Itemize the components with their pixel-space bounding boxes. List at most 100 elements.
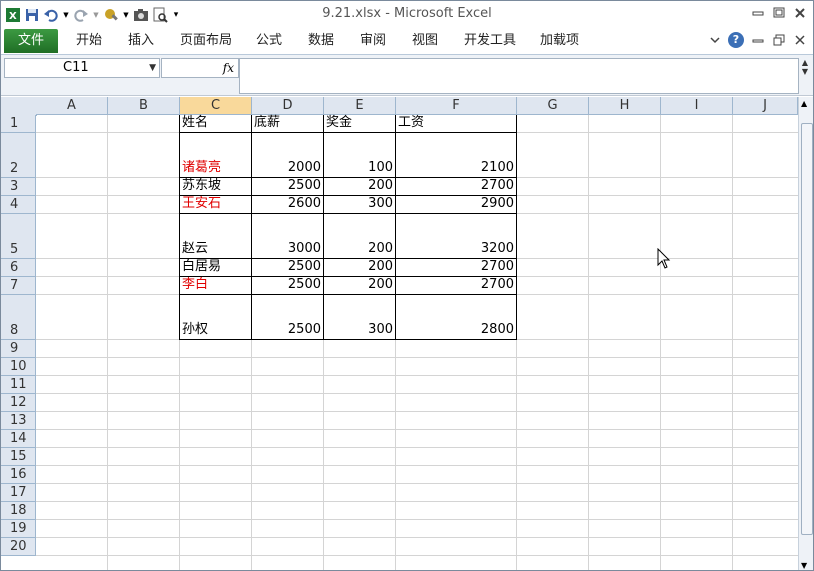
row-header-4[interactable]: 4 (1, 196, 36, 214)
number-cell[interactable]: 2500 (252, 259, 321, 275)
row-header-15[interactable]: 15 (1, 448, 36, 466)
column-header-d[interactable]: D (252, 97, 324, 115)
tab-file[interactable]: 文件 (4, 29, 58, 53)
name-box[interactable]: C11 ▼ (4, 58, 160, 78)
restore-icon[interactable] (771, 6, 786, 20)
column-header-g[interactable]: G (517, 97, 589, 115)
row-header-12[interactable]: 12 (1, 394, 36, 412)
number-cell[interactable]: 2700 (396, 277, 514, 293)
name-cell[interactable]: 苏东坡 (182, 178, 221, 194)
row-header-13[interactable]: 13 (1, 412, 36, 430)
number-cell[interactable]: 2700 (396, 178, 514, 194)
formula-bar-expand-icon[interactable]: ▲ ▼ (799, 58, 811, 92)
vertical-scrollbar[interactable]: ▲ ▼ (798, 97, 813, 570)
column-header-a[interactable]: A (36, 97, 108, 115)
table-header-cell[interactable]: 底薪 (254, 115, 280, 131)
number-cell[interactable]: 2500 (252, 277, 321, 293)
gridline-horizontal (36, 537, 798, 538)
row-header-9[interactable]: 9 (1, 340, 36, 358)
tab-insert[interactable]: 插入 (128, 29, 154, 53)
table-border (516, 115, 517, 340)
row-header-6[interactable]: 6 (1, 259, 36, 277)
close-icon[interactable] (792, 6, 807, 20)
row-header-16[interactable]: 16 (1, 466, 36, 484)
row-header-20[interactable]: 20 (1, 538, 36, 556)
row-header-19[interactable]: 19 (1, 520, 36, 538)
ribbon-tabs: 文件 开始 插入 页面布局 公式 数据 审阅 视图 开发工具 加载项 ? (1, 28, 813, 55)
number-cell[interactable]: 2100 (396, 160, 514, 176)
workbook-minimize-icon[interactable] (750, 33, 765, 47)
ribbon-controls: ? (707, 32, 807, 48)
column-header-e[interactable]: E (324, 97, 396, 115)
table-header-cell[interactable]: 姓名 (182, 115, 208, 131)
table-border (179, 258, 517, 259)
tab-developer[interactable]: 开发工具 (464, 29, 516, 53)
scrollbar-thumb[interactable] (801, 123, 813, 535)
number-cell[interactable]: 3000 (252, 241, 321, 257)
minimize-icon[interactable] (750, 6, 765, 20)
row-header-14[interactable]: 14 (1, 430, 36, 448)
column-header-h[interactable]: H (589, 97, 661, 115)
number-cell[interactable]: 2500 (252, 322, 321, 338)
tab-home[interactable]: 开始 (76, 29, 102, 53)
help-icon[interactable]: ? (728, 32, 744, 48)
tab-formulas[interactable]: 公式 (256, 29, 282, 53)
table-border (179, 276, 517, 277)
column-header-b[interactable]: B (108, 97, 180, 115)
scroll-down-icon[interactable]: ▼ (801, 561, 807, 570)
table-header-cell[interactable]: 工资 (398, 115, 424, 131)
row-header-10[interactable]: 10 (1, 358, 36, 376)
number-cell[interactable]: 2700 (396, 259, 514, 275)
tab-data[interactable]: 数据 (308, 29, 334, 53)
select-all-corner[interactable] (1, 97, 37, 116)
number-cell[interactable]: 2000 (252, 160, 321, 176)
tab-review[interactable]: 审阅 (360, 29, 386, 53)
table-header-cell[interactable]: 奖金 (326, 115, 352, 131)
name-cell[interactable]: 赵云 (182, 241, 208, 257)
number-cell[interactable]: 200 (324, 277, 393, 293)
row-header-7[interactable]: 7 (1, 277, 36, 295)
number-cell[interactable]: 300 (324, 322, 393, 338)
number-cell[interactable]: 2600 (252, 196, 321, 212)
row-header-3[interactable]: 3 (1, 178, 36, 196)
number-cell[interactable]: 100 (324, 160, 393, 176)
number-cell[interactable]: 300 (324, 196, 393, 212)
excel-window: X ▼ ▼ ▼ ▾ 9.21.xlsx - Microsoft Excel 文件… (0, 0, 814, 571)
number-cell[interactable]: 200 (324, 178, 393, 194)
insert-function-button[interactable]: fx (223, 59, 234, 77)
tab-page-layout[interactable]: 页面布局 (180, 29, 232, 53)
column-header-i[interactable]: I (661, 97, 733, 115)
name-cell[interactable]: 白居易 (182, 259, 221, 275)
row-header-18[interactable]: 18 (1, 502, 36, 520)
workbook-close-icon[interactable] (792, 33, 807, 47)
number-cell[interactable]: 3200 (396, 241, 514, 257)
name-box-dropdown-icon[interactable]: ▼ (149, 59, 156, 77)
column-header-j[interactable]: J (733, 97, 798, 115)
number-cell[interactable]: 200 (324, 241, 393, 257)
name-cell[interactable]: 孙权 (182, 322, 208, 338)
number-cell[interactable]: 2500 (252, 178, 321, 194)
formula-input[interactable] (239, 58, 799, 94)
column-header-f[interactable]: F (396, 97, 517, 115)
name-cell[interactable]: 王安石 (182, 196, 221, 212)
number-cell[interactable]: 2800 (396, 322, 514, 338)
name-cell[interactable]: 李白 (182, 277, 208, 293)
number-cell[interactable]: 200 (324, 259, 393, 275)
row-header-17[interactable]: 17 (1, 484, 36, 502)
row-header-5[interactable]: 5 (1, 214, 36, 259)
tab-view[interactable]: 视图 (412, 29, 438, 53)
row-header-1[interactable]: 1 (1, 115, 36, 133)
row-header-11[interactable]: 11 (1, 376, 36, 394)
ribbon-collapse-icon[interactable] (707, 33, 722, 47)
name-cell[interactable]: 诸葛亮 (182, 160, 221, 176)
column-header-c[interactable]: C (180, 97, 252, 115)
tab-add-ins[interactable]: 加载项 (540, 29, 579, 53)
gridline-horizontal (36, 519, 798, 520)
row-header-2[interactable]: 2 (1, 133, 36, 178)
workbook-restore-icon[interactable] (771, 33, 786, 47)
row-header-8[interactable]: 8 (1, 295, 36, 340)
number-cell[interactable]: 2900 (396, 196, 514, 212)
table-border (179, 339, 517, 340)
scroll-up-icon[interactable]: ▲ (801, 99, 807, 108)
worksheet-grid[interactable]: A B C D E F G H I J 1 2 3 4 5 6 7 8 9 10 11 12 13 14 15 16 17 18 19 2… (1, 97, 798, 570)
